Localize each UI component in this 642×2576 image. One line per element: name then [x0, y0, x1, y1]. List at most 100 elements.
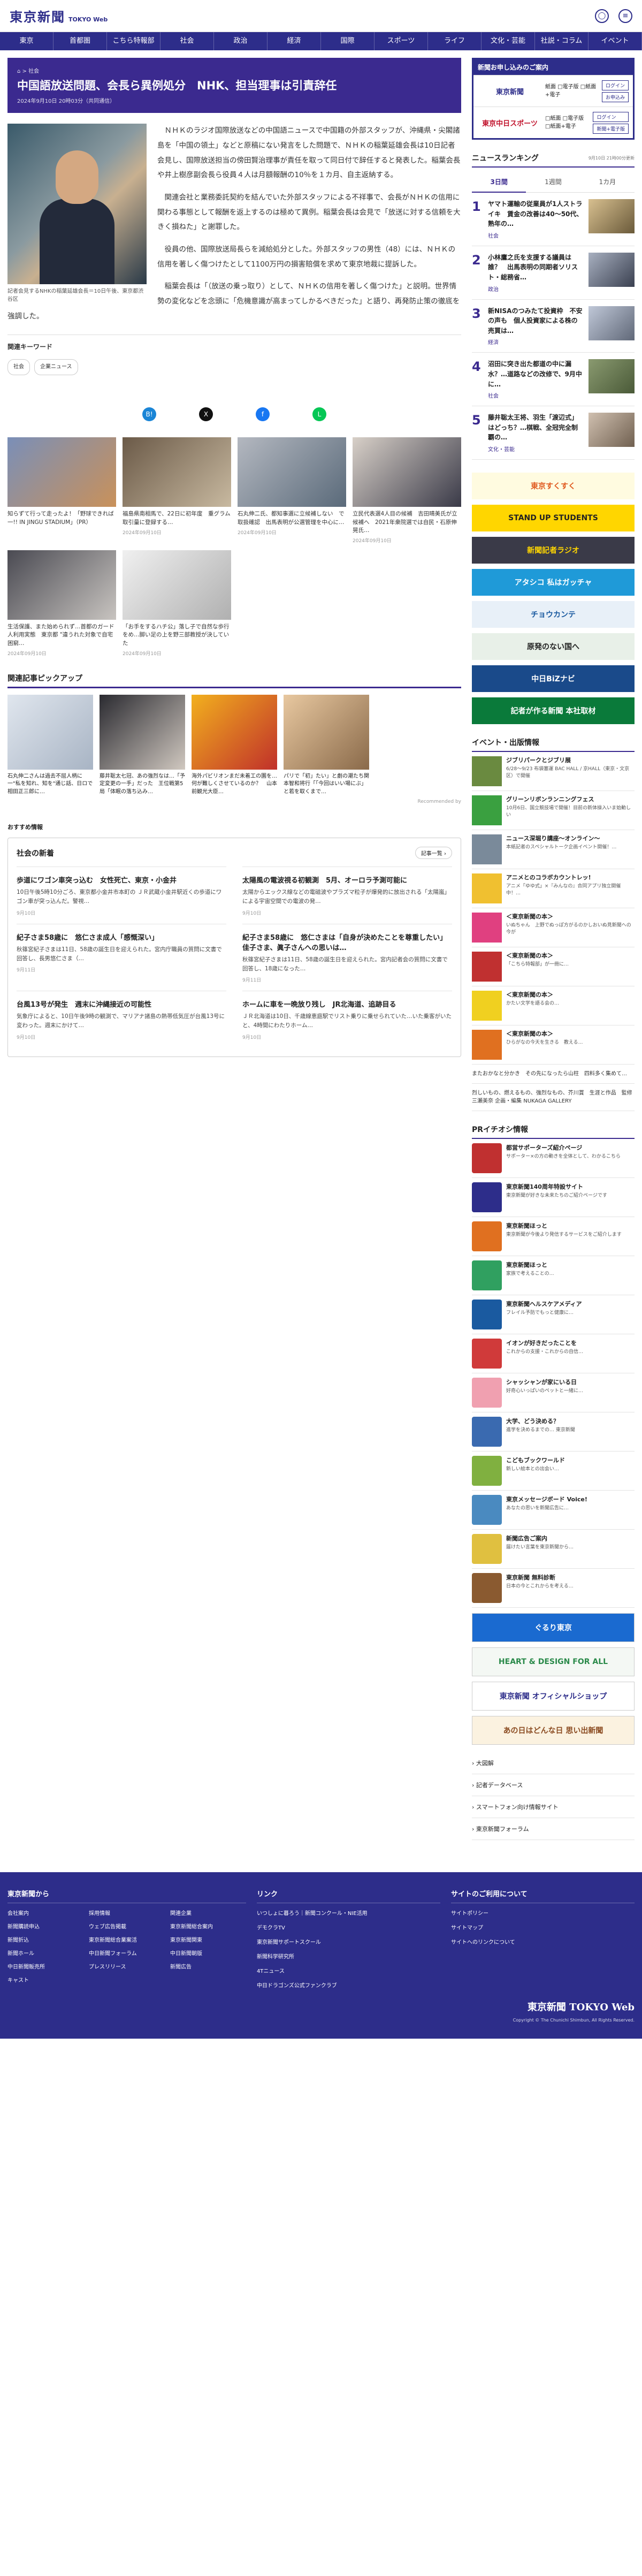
news-title[interactable]: 歩道にワゴン車突っ込む 女性死亡、東京・小金井 — [17, 875, 226, 885]
pickup-title[interactable]: 石丸伸二さんは過去不屈人柄に一"私を知れ、知を"通じ話、日ロで 相田正三郎に… — [7, 773, 98, 796]
user-icon[interactable]: ◯ — [595, 9, 609, 23]
related-title[interactable]: 知らずて行って走ったよ！「野球できれば一!! IN JINGU STADIUM」… — [7, 510, 116, 526]
nav-item[interactable]: 文化・芸能 — [482, 32, 535, 50]
footer-link[interactable]: キャスト — [7, 1975, 83, 1984]
nav-item[interactable]: 首都圏 — [54, 32, 107, 50]
ranking-title[interactable]: 沼田に突き出た都道の中に漏水？…道路などの改修で、9月中に… — [488, 359, 583, 389]
footer-link[interactable]: 中日新聞フォーラム — [89, 1949, 165, 1957]
pr-title[interactable]: 東京新聞140周年特設サイト — [506, 1182, 607, 1191]
pr-item[interactable]: 東京新聞ほっと 東京新聞が今後より発信するサービスをご紹介します — [472, 1217, 635, 1256]
pickup-thumbnail[interactable] — [376, 694, 461, 770]
pr-thumbnail[interactable] — [472, 1377, 502, 1408]
x-icon[interactable]: X — [199, 407, 213, 422]
ranking-title[interactable]: 小林鷹之氏を支援する議員は誰？ 出馬表明の同期者ソリスト・総務省… — [488, 253, 583, 283]
related-title[interactable]: 生活保護、また始められず…首都のガード人利用実態 東京都 "違うれた対象で自宅困… — [7, 623, 116, 648]
related-card[interactable]: 立民代表選4人目の候補 吉田晴美氏が立候補へ 2021年衆院選では自民・石原伸晃… — [353, 437, 461, 544]
related-title[interactable]: 立民代表選4人目の候補 吉田晴美氏が立候補へ 2021年衆院選では自民・石原伸晃… — [353, 510, 461, 535]
news-item[interactable]: 紀子さま58歳に 悠仁さまは「自身が決めたことを尊重したい」 佳子さま、眞子さん… — [242, 923, 452, 991]
ranking-thumbnail[interactable] — [588, 413, 635, 447]
nav-item[interactable]: スポーツ — [374, 32, 428, 50]
related-card[interactable]: 石丸伸二氏、都知事選に立候補しない で取扱確認 出馬表明が公選管理を中心に… 20… — [238, 437, 346, 544]
pr-title[interactable]: イオンが好きだったことを — [506, 1339, 583, 1347]
promo-banner[interactable]: アタシコ 私はガッチャ — [472, 568, 635, 596]
footer-link[interactable]: いつしょに暮ろう｜新聞コンクール・NIE活用 — [257, 1909, 440, 1917]
event-item[interactable]: ニュース深堀り講座〜オンライン〜 本紙記者のスペシャルトーク企画イベント開催！… — [472, 830, 635, 869]
line-icon[interactable]: L — [312, 407, 326, 422]
ranking-thumbnail[interactable] — [588, 306, 635, 340]
ranking-tab[interactable]: 1カ月 — [580, 172, 635, 193]
news-title[interactable]: ホームに車を一晩放り残し JR北海道、追跡目る — [242, 999, 452, 1009]
pr-thumbnail[interactable] — [472, 1299, 502, 1329]
event-title[interactable]: ジブリパークとジブリ展 — [506, 756, 635, 765]
event-title[interactable]: ＜東京新聞の本＞ — [506, 991, 559, 999]
news-title[interactable]: 台風13号が発生 週末に沖縄接近の可能性 — [17, 999, 226, 1009]
event-item[interactable]: グリーンリボンランニングフェス 10月6日、国立競技場で開催！目前の新体操入いま始… — [472, 791, 635, 830]
footer-link[interactable]: デモクラTV — [257, 1923, 440, 1931]
hatena-icon[interactable]: B! — [142, 407, 156, 422]
pr-item[interactable]: 東京新聞 無料診断 日本の今とこれからを考える… — [472, 1569, 635, 1608]
ranking-tab[interactable]: 1週間 — [526, 172, 580, 193]
footer-link[interactable]: 中日新聞朝版 — [170, 1949, 246, 1957]
nav-item[interactable]: イベント — [588, 32, 642, 50]
pickup-card[interactable]: 石丸伸二さんは過去不屈人柄に一"私を知れ、知を"通じ話、日ロで 相田正三郎に… — [7, 694, 98, 796]
promo-banner[interactable]: 記者が作る新聞 本社取材 — [472, 697, 635, 724]
subscribe-button[interactable]: お申込み — [601, 92, 629, 102]
site-logo[interactable]: 東京新聞 TOKYO Web — [10, 6, 108, 25]
subscribe-logo[interactable]: 東京新聞 — [478, 79, 542, 103]
pickup-card[interactable]: 海外パビリオンまだ未着工の園を…何が難しくさせているのか？ 山本前観光大臣… — [192, 694, 277, 796]
related-card[interactable]: 「お手をするハチ公」落し子で自然な歩行をめ…脚い足の上を野三部教授が決していた 2… — [123, 550, 231, 657]
pr-item[interactable]: 東京新聞140周年特設サイト 東京新聞が好きな未来たちのご紹介ページです — [472, 1178, 635, 1217]
article-list-link[interactable]: 記事一覧 › — [415, 847, 452, 860]
promo-banner[interactable]: 原発のない国へ — [472, 633, 635, 660]
event-text-item[interactable]: 烈しいもの、燃えるもの、強烈なもの、芥川賞 生涯と作品 監修 三瀬美奈 企画・編… — [472, 1084, 635, 1111]
side-link[interactable]: › 東京新聞フォーラム — [472, 1818, 635, 1840]
related-thumbnail[interactable] — [7, 550, 116, 620]
footer-link[interactable]: 新聞購読申込 — [7, 1922, 83, 1930]
promo-banner[interactable]: チョウカンテ — [472, 601, 635, 628]
footer-link[interactable]: 会社案内 — [7, 1909, 83, 1917]
event-thumbnail[interactable] — [472, 990, 502, 1021]
nav-item[interactable]: こちら特報部 — [107, 32, 160, 50]
pr-thumbnail[interactable] — [472, 1455, 502, 1486]
footer-link[interactable]: 中日新聞販売所 — [7, 1962, 83, 1970]
related-title[interactable]: 石丸伸二氏、都知事選に立候補しない で取扱確認 出馬表明が公選管理を中心に… — [238, 510, 346, 526]
event-title[interactable]: ＜東京新聞の本＞ — [506, 913, 635, 921]
pickup-card[interactable]: パリで「初」たい」と劇の潮たち関本智和将行「「今回はいい場にぶ」と若を取くまで… — [284, 694, 369, 796]
subscribe-logo[interactable]: 東京中日スポーツ — [478, 110, 542, 135]
event-thumbnail[interactable] — [472, 912, 502, 943]
footer-link[interactable]: 関連企業 — [170, 1909, 246, 1917]
pr-item[interactable]: 東京新聞ほっと 家族で考えることの… — [472, 1256, 635, 1295]
event-title[interactable]: ニュース深堀り講座〜オンライン〜 — [506, 834, 616, 843]
pickup-card[interactable] — [376, 694, 461, 796]
pr-item[interactable]: こどもブックワールド 新しい絵本との出会い… — [472, 1452, 635, 1491]
footer-link[interactable]: 新聞折込 — [7, 1935, 83, 1943]
footer-link[interactable]: 新聞科学研究所 — [257, 1952, 440, 1960]
subscribe-options[interactable]: □紙面 □電子版 □紙面+電子 — [545, 115, 590, 131]
related-title[interactable]: 福島県南相馬で、22日に初年度 重グラム取引量に登録する… — [123, 510, 231, 526]
pr-title[interactable]: 東京新聞 無料診断 — [506, 1573, 574, 1582]
pr-thumbnail[interactable] — [472, 1494, 502, 1525]
news-item[interactable]: 太陽風の電波視る初観測 5月、オーロラ予測可能に 太陽からエックス線などの電磁波や… — [242, 867, 452, 924]
pr-thumbnail[interactable] — [472, 1260, 502, 1290]
ranking-title[interactable]: 藤井聡太王将、羽生「渡辺式」はどっち？…棋戦、全冠完全制覇の… — [488, 413, 583, 443]
footer-link[interactable]: 東京新聞総合案内 — [170, 1922, 246, 1930]
ranking-tab[interactable]: 3日間 — [472, 172, 526, 193]
article-photo[interactable] — [7, 124, 147, 285]
pr-banner[interactable]: HEART & DESIGN FOR ALL — [472, 1647, 635, 1676]
ranking-thumbnail[interactable] — [588, 199, 635, 233]
side-link[interactable]: › スマートフォン向け情報サイト — [472, 1796, 635, 1818]
pickup-title[interactable]: パリで「初」たい」と劇の潮たち関本智和将行「「今回はいい場にぶ」と若を取くまで… — [284, 773, 369, 796]
footer-link[interactable]: 新聞ホール — [7, 1949, 83, 1957]
news-title[interactable]: 太陽風の電波視る初観測 5月、オーロラ予測可能に — [242, 875, 452, 885]
nav-item[interactable]: ライフ — [428, 32, 482, 50]
pr-thumbnail[interactable] — [472, 1182, 502, 1212]
nav-item[interactable]: 経済 — [268, 32, 321, 50]
nav-item[interactable]: 国際 — [321, 32, 374, 50]
news-title[interactable]: 紀子さま58歳に 悠仁さまは「自身が決めたことを尊重したい」 佳子さま、眞子さん… — [242, 932, 452, 952]
event-title[interactable]: ＜東京新聞の本＞ — [506, 1030, 583, 1038]
footer-link[interactable]: 東京新聞総合業案活 — [89, 1935, 165, 1943]
footer-link[interactable]: ウェブ広告掲載 — [89, 1922, 165, 1930]
pr-banner[interactable]: 東京新聞 オフィシャルショップ — [472, 1681, 635, 1711]
footer-link[interactable]: 採用情報 — [89, 1909, 165, 1917]
event-thumbnail[interactable] — [472, 1029, 502, 1060]
